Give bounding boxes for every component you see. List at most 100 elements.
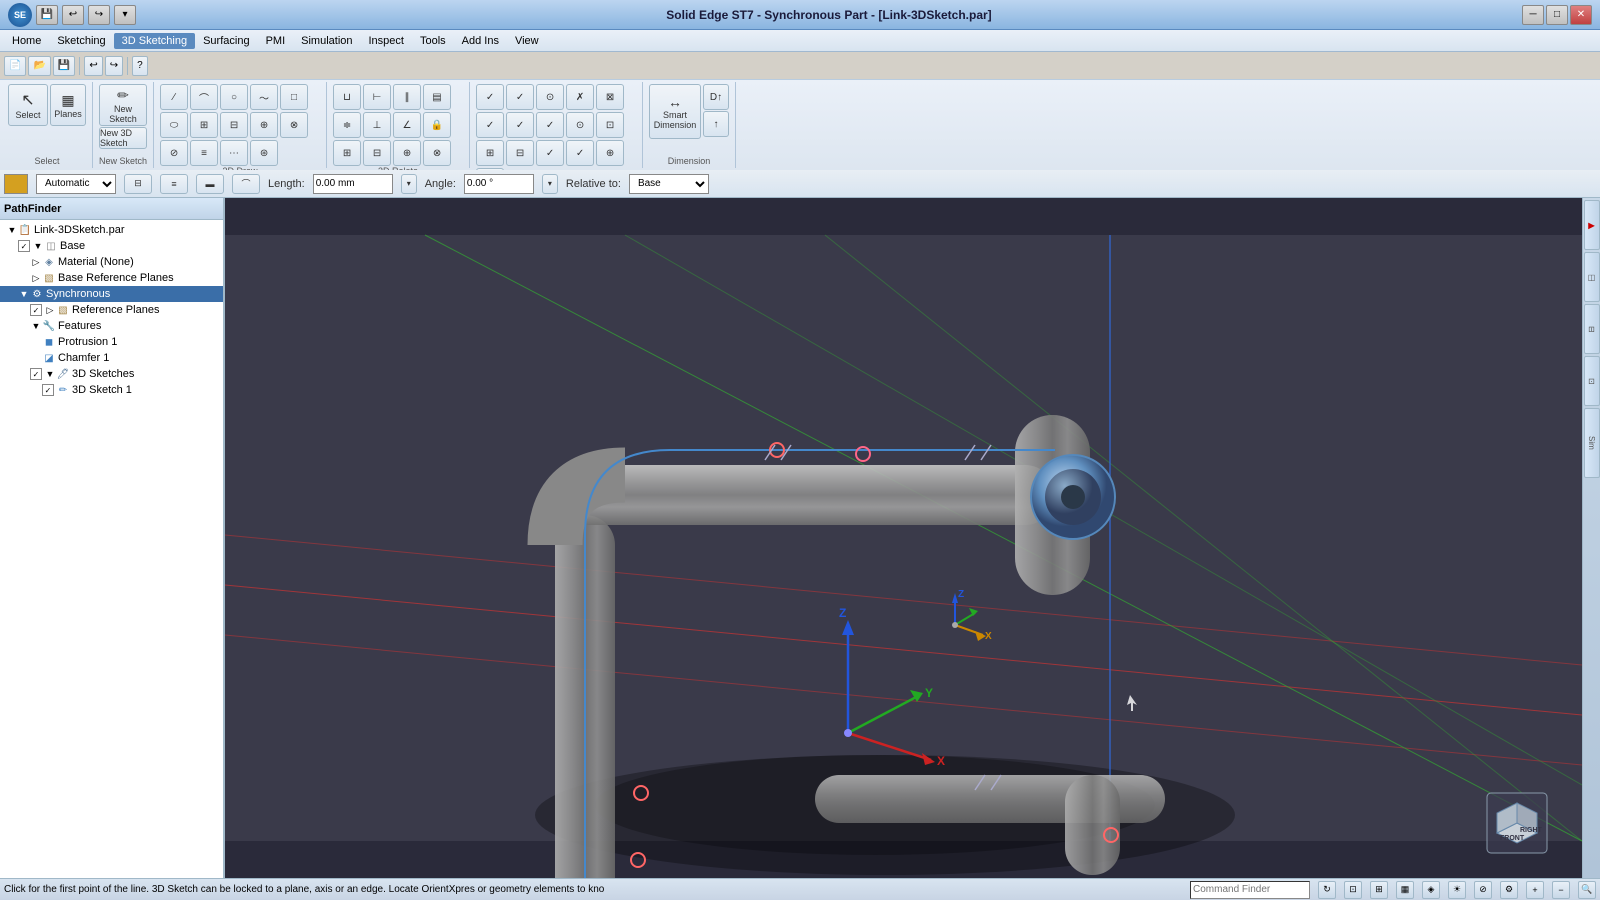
- menu-surfacing[interactable]: Surfacing: [195, 33, 257, 49]
- tree-toggle-features[interactable]: ▼: [30, 320, 42, 332]
- attr-line-style-1[interactable]: ⊟: [124, 174, 152, 194]
- menu-addins[interactable]: Add Ins: [454, 33, 507, 49]
- draw-more6[interactable]: ≡: [190, 140, 218, 166]
- dim-1[interactable]: D↑: [703, 84, 729, 110]
- draw-more4[interactable]: ⊗: [280, 112, 308, 138]
- right-panel-btn-2[interactable]: ◫: [1584, 252, 1600, 302]
- intellisketch-8[interactable]: ✓: [536, 112, 564, 138]
- status-light-btn[interactable]: ☀: [1448, 881, 1466, 899]
- intellisketch-10[interactable]: ⊡: [596, 112, 624, 138]
- checkbox-base[interactable]: ✓: [18, 240, 30, 252]
- status-zoom-fit-btn[interactable]: ⊡: [1344, 881, 1362, 899]
- right-panel-simulation[interactable]: Sim: [1584, 408, 1600, 478]
- status-display-btn[interactable]: ▦: [1396, 881, 1414, 899]
- tree-toggle-root[interactable]: ▼: [6, 224, 18, 236]
- attr-angle-dropdown[interactable]: ▾: [542, 174, 558, 194]
- intellisketch-1[interactable]: ✓: [476, 84, 504, 110]
- open-file-btn[interactable]: 📂: [28, 56, 50, 76]
- intellisketch-12[interactable]: ⊟: [506, 140, 534, 166]
- menu-simulation[interactable]: Simulation: [293, 33, 360, 49]
- intellisketch-11[interactable]: ⊞: [476, 140, 504, 166]
- attr-length-input[interactable]: [313, 174, 393, 194]
- relate-more2[interactable]: ⊟: [363, 140, 391, 166]
- checkbox-refplanes[interactable]: ✓: [30, 304, 42, 316]
- intellisketch-2[interactable]: ✓: [506, 84, 534, 110]
- relate-coplanar[interactable]: ▤: [423, 84, 451, 110]
- tree-item-base[interactable]: ✓ ▼ ◫ Base: [0, 238, 223, 254]
- relate-angle[interactable]: ∠: [393, 112, 421, 138]
- menu-view[interactable]: View: [507, 33, 547, 49]
- close-button[interactable]: ✕: [1570, 5, 1592, 25]
- status-minus-btn[interactable]: −: [1552, 881, 1570, 899]
- line-btn[interactable]: ∕: [160, 84, 188, 110]
- relate-align[interactable]: ⊢: [363, 84, 391, 110]
- attr-line-width-2[interactable]: ⌒: [232, 174, 260, 194]
- smart-dimension-btn[interactable]: ↔ Smart Dimension: [649, 84, 701, 139]
- tree-item-material[interactable]: ▷ ◈ Material (None): [0, 254, 223, 270]
- checkbox-3dsketch1[interactable]: ✓: [42, 384, 54, 396]
- tree-item-3dsketch1[interactable]: ✓ ✏ 3D Sketch 1: [0, 382, 223, 398]
- tree-toggle-3dsketches[interactable]: ▼: [44, 368, 56, 380]
- ellipse-btn[interactable]: ⬭: [160, 112, 188, 138]
- right-panel-btn-1[interactable]: ▶: [1584, 200, 1600, 250]
- intellisketch-6[interactable]: ✓: [476, 112, 504, 138]
- draw-more3[interactable]: ⊕: [250, 112, 278, 138]
- tree-item-protrusion1[interactable]: ◼ Protrusion 1: [0, 334, 223, 350]
- draw-more8[interactable]: ⊛: [250, 140, 278, 166]
- tb1-undo-btn[interactable]: ↩: [84, 56, 102, 76]
- status-settings-btn[interactable]: ⚙: [1500, 881, 1518, 899]
- intellisketch-15[interactable]: ⊕: [596, 140, 624, 166]
- quick-undo[interactable]: ↩: [62, 5, 84, 25]
- tree-toggle-baseref[interactable]: ▷: [30, 272, 42, 284]
- tree-item-root[interactable]: ▼ 📋 Link-3DSketch.par: [0, 222, 223, 238]
- intellisketch-4[interactable]: ✗: [566, 84, 594, 110]
- relate-parallel[interactable]: ≑: [333, 112, 361, 138]
- attr-line-style-2[interactable]: ≡: [160, 174, 188, 194]
- tree-toggle-material[interactable]: ▷: [30, 256, 42, 268]
- menu-3d-sketching[interactable]: 3D Sketching: [114, 33, 195, 49]
- circle-btn[interactable]: ○: [220, 84, 248, 110]
- menu-sketching[interactable]: Sketching: [49, 33, 113, 49]
- command-finder-input[interactable]: [1190, 881, 1310, 899]
- tree-toggle-base[interactable]: ▼: [32, 240, 44, 252]
- tree-item-chamfer1[interactable]: ◪ Chamfer 1: [0, 350, 223, 366]
- status-stereo-btn[interactable]: ⊘: [1474, 881, 1492, 899]
- menu-pmi[interactable]: PMI: [258, 33, 294, 49]
- bezier-btn[interactable]: 〜: [250, 84, 278, 110]
- attr-relative-to-dropdown[interactable]: Base Previous Next: [629, 174, 709, 194]
- dim-2[interactable]: ↑: [703, 111, 729, 137]
- status-render-btn[interactable]: ◈: [1422, 881, 1440, 899]
- intellisketch-9[interactable]: ⊙: [566, 112, 594, 138]
- draw-more2[interactable]: ⊟: [220, 112, 248, 138]
- draw-more5[interactable]: ⊘: [160, 140, 188, 166]
- tree-item-features[interactable]: ▼ 🔧 Features: [0, 318, 223, 334]
- relate-more4[interactable]: ⊗: [423, 140, 451, 166]
- quick-save[interactable]: 💾: [36, 5, 58, 25]
- select-btn[interactable]: ↖ Select: [8, 84, 48, 126]
- right-panel-btn-3[interactable]: ⊟: [1584, 304, 1600, 354]
- menu-home[interactable]: Home: [4, 33, 49, 49]
- tree-item-baseref[interactable]: ▷ ▧ Base Reference Planes: [0, 270, 223, 286]
- relate-more1[interactable]: ⊞: [333, 140, 361, 166]
- relate-lock[interactable]: 🔒: [423, 112, 451, 138]
- attr-style-dropdown[interactable]: Automatic: [36, 174, 116, 194]
- relate-connect[interactable]: ⊔: [333, 84, 361, 110]
- relate-collinear[interactable]: ∥: [393, 84, 421, 110]
- intellisketch-13[interactable]: ✓: [536, 140, 564, 166]
- minimize-button[interactable]: ─: [1522, 5, 1544, 25]
- tb1-redo-btn[interactable]: ↪: [105, 56, 123, 76]
- draw-more1[interactable]: ⊞: [190, 112, 218, 138]
- checkbox-3dsketches[interactable]: ✓: [30, 368, 42, 380]
- intellisketch-7[interactable]: ✓: [506, 112, 534, 138]
- intellisketch-16[interactable]: ⊗: [476, 168, 504, 170]
- quick-redo[interactable]: ↪: [88, 5, 110, 25]
- status-grid-btn[interactable]: ⊞: [1370, 881, 1388, 899]
- menu-inspect[interactable]: Inspect: [361, 33, 412, 49]
- draw-more7[interactable]: ⋯: [220, 140, 248, 166]
- tree-item-refplanes[interactable]: ✓ ▷ ▧ Reference Planes: [0, 302, 223, 318]
- tb1-help-btn[interactable]: ?: [132, 56, 148, 76]
- restore-button[interactable]: □: [1546, 5, 1568, 25]
- new-3d-sketch-btn[interactable]: New 3D Sketch: [99, 127, 147, 149]
- tree-item-3dsketches[interactable]: ✓ ▼ 🖊 3D Sketches: [0, 366, 223, 382]
- attr-line-width-1[interactable]: ▬: [196, 174, 224, 194]
